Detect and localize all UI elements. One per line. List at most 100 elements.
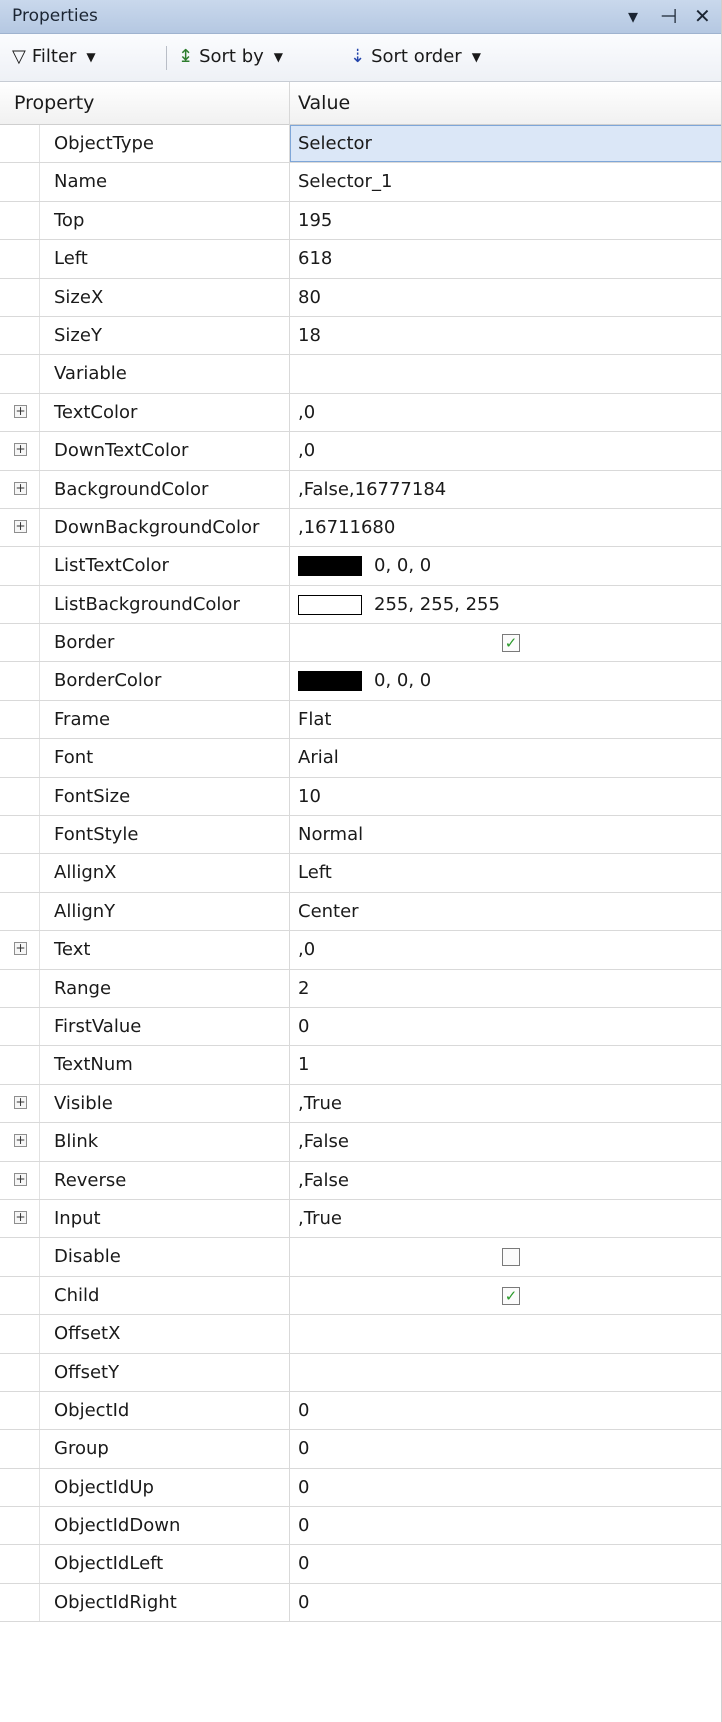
property-row[interactable]: + Text ,0 <box>0 931 722 970</box>
color-swatch[interactable] <box>298 671 362 692</box>
property-row[interactable]: ObjectType Selector <box>0 125 722 164</box>
property-row[interactable]: Disable <box>0 1238 722 1277</box>
pin-icon[interactable]: ⊣ <box>660 4 677 28</box>
expand-icon[interactable]: + <box>14 404 27 418</box>
property-row[interactable]: + TextColor ,0 <box>0 393 722 433</box>
property-row[interactable]: OffsetY <box>0 1353 722 1392</box>
property-value[interactable]: 0 <box>298 1477 309 1498</box>
property-value[interactable]: Center <box>298 901 359 922</box>
unchecked-checkbox[interactable] <box>502 1248 520 1267</box>
property-row[interactable]: SizeY 18 <box>0 316 722 356</box>
property-row[interactable]: Group 0 <box>0 1430 722 1469</box>
property-row[interactable]: BorderColor 0, 0, 0 <box>0 662 722 701</box>
property-value[interactable]: ,True <box>298 1208 342 1229</box>
property-value[interactable]: ,16711680 <box>298 517 395 538</box>
expand-icon[interactable]: + <box>14 481 27 495</box>
property-value[interactable]: 2 <box>298 978 309 999</box>
expand-icon[interactable]: + <box>14 942 27 956</box>
property-value[interactable]: Selector <box>298 133 372 154</box>
checked-checkbox[interactable]: ✓ <box>502 634 520 653</box>
property-row[interactable]: ObjectIdDown 0 <box>0 1507 722 1546</box>
property-value[interactable]: 0 <box>298 1438 309 1459</box>
property-row[interactable]: Variable <box>0 355 722 394</box>
property-row[interactable]: + BackgroundColor ,False,16777184 <box>0 470 722 509</box>
property-row[interactable]: ObjectIdLeft 0 <box>0 1545 722 1584</box>
property-value[interactable]: 0 <box>298 1400 309 1421</box>
column-header-value[interactable]: Value <box>298 92 350 114</box>
property-row[interactable]: AllignY Center <box>0 892 722 932</box>
checked-checkbox[interactable]: ✓ <box>502 1286 520 1305</box>
property-value[interactable]: 0, 0, 0 <box>374 555 431 576</box>
color-swatch[interactable] <box>298 594 362 615</box>
property-row[interactable]: Font Arial <box>0 739 722 778</box>
property-value[interactable]: 80 <box>298 287 321 308</box>
property-value[interactable]: ,0 <box>298 939 315 960</box>
property-value[interactable]: ,False,16777184 <box>298 479 446 500</box>
property-value[interactable]: 0 <box>298 1515 309 1536</box>
property-value[interactable]: Arial <box>298 747 339 768</box>
property-row[interactable]: Name Selector_1 <box>0 163 722 202</box>
filter-icon: ▽ <box>12 46 26 67</box>
property-value[interactable]: Left <box>298 862 332 883</box>
column-divider <box>289 662 290 700</box>
property-row[interactable]: Frame Flat <box>0 700 722 740</box>
property-row[interactable]: + DownTextColor ,0 <box>0 432 722 471</box>
property-row[interactable]: ListTextColor 0, 0, 0 <box>0 547 722 586</box>
dropdown-icon[interactable]: ▾ <box>628 4 638 28</box>
sort-by-dropdown-icon: ▼ <box>273 49 284 64</box>
property-value[interactable]: 0, 0, 0 <box>374 670 431 691</box>
column-header-property[interactable]: Property <box>14 92 94 114</box>
property-row[interactable]: Top 195 <box>0 201 722 241</box>
property-row[interactable]: OffsetX <box>0 1315 722 1354</box>
property-row[interactable]: FontStyle Normal <box>0 816 722 855</box>
property-row[interactable]: + Input ,True <box>0 1199 722 1239</box>
property-row[interactable]: Border ✓ <box>0 624 722 663</box>
property-value[interactable]: 10 <box>298 786 321 807</box>
property-value[interactable]: ,False <box>298 1131 349 1152</box>
property-value[interactable]: 195 <box>298 210 332 231</box>
property-row[interactable]: Child ✓ <box>0 1276 722 1316</box>
property-value[interactable]: ,False <box>298 1170 349 1191</box>
property-value[interactable]: Selector_1 <box>298 171 392 192</box>
property-value[interactable]: 0 <box>298 1553 309 1574</box>
property-value[interactable]: ,0 <box>298 440 315 461</box>
property-value[interactable]: 255, 255, 255 <box>374 594 500 615</box>
property-row[interactable]: TextNum 1 <box>0 1046 722 1085</box>
property-row[interactable]: SizeX 80 <box>0 278 722 317</box>
property-value[interactable]: 18 <box>298 325 321 346</box>
property-row[interactable]: FontSize 10 <box>0 777 722 817</box>
color-swatch[interactable] <box>298 556 362 577</box>
sort-by-button[interactable]: ↨ Sort by ▼ <box>178 46 283 67</box>
property-value[interactable]: 1 <box>298 1054 309 1075</box>
close-icon[interactable]: ✕ <box>694 4 711 28</box>
expand-icon[interactable]: + <box>14 1172 27 1186</box>
property-row[interactable]: Left 618 <box>0 240 722 279</box>
property-value[interactable]: Flat <box>298 709 331 730</box>
property-value[interactable]: ,True <box>298 1093 342 1114</box>
property-value[interactable]: Normal <box>298 824 363 845</box>
property-row[interactable]: + Reverse ,False <box>0 1161 722 1200</box>
expand-icon[interactable]: + <box>14 1210 27 1224</box>
property-value[interactable]: ,0 <box>298 402 315 423</box>
property-row[interactable]: ObjectIdRight 0 <box>0 1583 722 1623</box>
property-row[interactable]: Range 2 <box>0 969 722 1008</box>
property-value[interactable]: 618 <box>298 248 332 269</box>
property-row[interactable]: + DownBackgroundColor ,16711680 <box>0 508 722 548</box>
expand-icon[interactable]: + <box>14 519 27 533</box>
column-divider[interactable] <box>289 82 290 125</box>
expand-icon[interactable]: + <box>14 1134 27 1148</box>
filter-button[interactable]: ▽ Filter ▼ <box>12 46 96 67</box>
column-divider <box>289 585 290 624</box>
property-row[interactable]: ObjectIdUp 0 <box>0 1468 722 1508</box>
property-row[interactable]: AllignX Left <box>0 854 722 893</box>
property-row[interactable]: ListBackgroundColor 255, 255, 255 <box>0 585 722 625</box>
property-row[interactable]: + Visible ,True <box>0 1084 722 1124</box>
property-row[interactable]: + Blink ,False <box>0 1123 722 1162</box>
sort-order-button[interactable]: ⇣ Sort order ▼ <box>350 46 481 67</box>
property-value[interactable]: 0 <box>298 1016 309 1037</box>
property-row[interactable]: ObjectId 0 <box>0 1391 722 1431</box>
expand-icon[interactable]: + <box>14 443 27 457</box>
property-value[interactable]: 0 <box>298 1592 309 1613</box>
expand-icon[interactable]: + <box>14 1095 27 1109</box>
property-row[interactable]: FirstValue 0 <box>0 1007 722 1047</box>
